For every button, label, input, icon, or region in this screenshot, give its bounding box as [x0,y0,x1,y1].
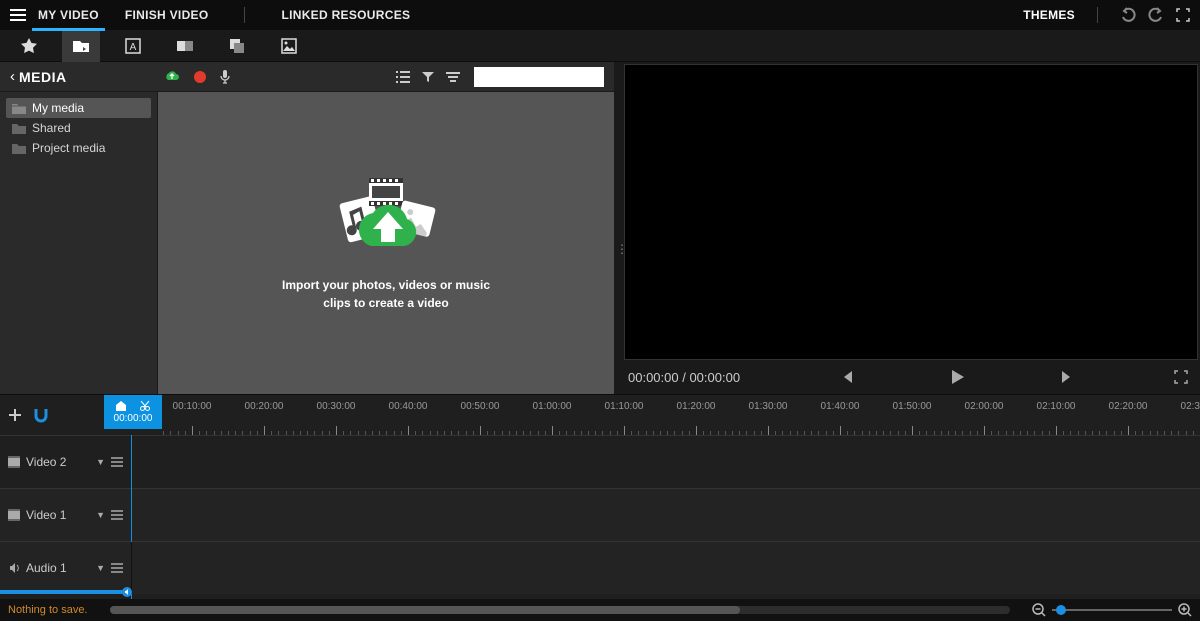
tree-item-label: My media [32,101,84,115]
libtab-favorites[interactable] [10,30,48,62]
timeline-hscrollbar[interactable] [110,606,1011,614]
ruler-label: 01:50:00 [893,401,932,412]
ruler-label: 02:20:00 [1109,401,1148,412]
zoom-out-button[interactable] [1032,603,1046,617]
video-track-icon [8,509,20,521]
snap-toggle-button[interactable] [32,407,50,423]
tracks-area: Video 2 ▼ Video 1 ▼ Audio 1 [0,435,1200,599]
fullscreen-button[interactable] [1176,8,1190,22]
svg-text:A: A [130,42,137,53]
library-title: MEDIA [19,69,67,85]
preview-timecode: 00:00:00 / 00:00:00 [628,370,740,385]
divider [1097,7,1098,23]
ruler-label: 01:30:00 [749,401,788,412]
cut-icon [140,401,150,411]
prev-frame-button[interactable] [838,369,854,385]
filter-button[interactable] [422,71,434,83]
redo-button[interactable] [1148,7,1164,23]
add-track-button[interactable] [8,408,22,422]
library-tree: My media Shared Project media [0,92,158,394]
track-options-caret[interactable]: ▼ [96,563,105,573]
audio-track-icon [8,562,20,574]
app-menu-button[interactable] [10,9,26,21]
ruler-label: 01:10:00 [605,401,644,412]
libtab-media[interactable] [62,30,100,62]
ruler-label: 00:30:00 [317,401,356,412]
play-button[interactable] [948,368,966,386]
divider [244,7,245,23]
undo-button[interactable] [1120,7,1136,23]
import-cloud-button[interactable] [163,70,181,84]
drop-text-line2: clips to create a video [282,294,490,312]
ruler-label: 02:10:00 [1037,401,1076,412]
library-drop-zone[interactable]: Import your photos, videos or music clip… [158,92,614,394]
libtab-effects[interactable] [218,30,256,62]
marker-icon [116,401,126,411]
timeline-hscroll-thumb[interactable] [110,606,740,614]
libtab-graphics[interactable] [270,30,308,62]
volume-knob[interactable] [122,587,132,597]
playhead-indicator[interactable]: 00:00:00 [104,395,162,429]
import-graphic [311,174,461,264]
track-label: Audio 1 [26,561,90,575]
tree-item-project-media[interactable]: Project media [6,138,151,158]
folder-icon [12,102,26,114]
tab-finish-video[interactable]: FINISH VIDEO [125,0,209,30]
sort-button[interactable] [446,71,460,83]
libtab-transitions[interactable] [166,30,204,62]
zoom-slider[interactable] [1052,609,1172,611]
panel-resize-handle[interactable]: ⋮ [616,242,629,256]
tree-item-label: Project media [32,141,105,155]
folder-icon [12,122,26,134]
track-menu-button[interactable] [111,457,123,467]
preview-fullscreen-button[interactable] [1174,370,1188,384]
ruler-label: 00:40:00 [389,401,428,412]
tab-my-video[interactable]: MY VIDEO [38,0,99,30]
library-back-button[interactable]: ‹ [10,68,15,85]
track-menu-button[interactable] [111,563,123,573]
track-label: Video 1 [26,508,90,522]
ruler-label: 00:50:00 [461,401,500,412]
tree-item-my-media[interactable]: My media [6,98,151,118]
libtab-titles[interactable]: A [114,30,152,62]
zoom-in-button[interactable] [1178,603,1192,617]
track-body[interactable] [132,542,1200,594]
preview-viewport[interactable] [624,64,1198,360]
drop-text-line1: Import your photos, videos or music [282,276,490,294]
zoom-thumb[interactable] [1056,605,1066,615]
voiceover-button[interactable] [219,69,231,85]
video-track-icon [8,456,20,468]
ruler-label: 00:10:00 [173,401,212,412]
track-menu-button[interactable] [111,510,123,520]
timeline-ruler[interactable]: 00:10:00 00:20:00 00:30:00 00:40:00 00:50:00… [162,395,1200,435]
themes-button[interactable]: THEMES [1023,8,1075,22]
track-label: Video 2 [26,455,90,469]
ruler-label: 01:20:00 [677,401,716,412]
ruler-label: 02:00:00 [965,401,1004,412]
ruler-label: 02:30:00 [1181,401,1200,412]
track-options-caret[interactable]: ▼ [96,457,105,467]
tree-item-shared[interactable]: Shared [6,118,151,138]
library-search-input[interactable] [478,71,620,83]
track-body[interactable] [132,489,1200,541]
folder-icon [12,142,26,154]
status-message: Nothing to save. [8,604,88,616]
ruler-label: 01:00:00 [533,401,572,412]
library-search[interactable] [474,67,604,87]
track-video2: Video 2 ▼ [0,435,1200,488]
playhead-time: 00:00:00 [114,413,153,424]
record-button[interactable] [193,70,207,84]
track-options-caret[interactable]: ▼ [96,510,105,520]
next-frame-button[interactable] [1060,369,1076,385]
tree-item-label: Shared [32,121,71,135]
view-list-button[interactable] [396,71,410,83]
track-body[interactable] [132,436,1200,488]
track-video1: Video 1 ▼ [0,488,1200,541]
ruler-label: 01:40:00 [821,401,860,412]
tab-linked-resources[interactable]: LINKED RESOURCES [281,0,410,30]
track-audio1: Audio 1 ▼ [0,541,1200,594]
ruler-label: 00:20:00 [245,401,284,412]
volume-slider[interactable] [0,590,131,594]
